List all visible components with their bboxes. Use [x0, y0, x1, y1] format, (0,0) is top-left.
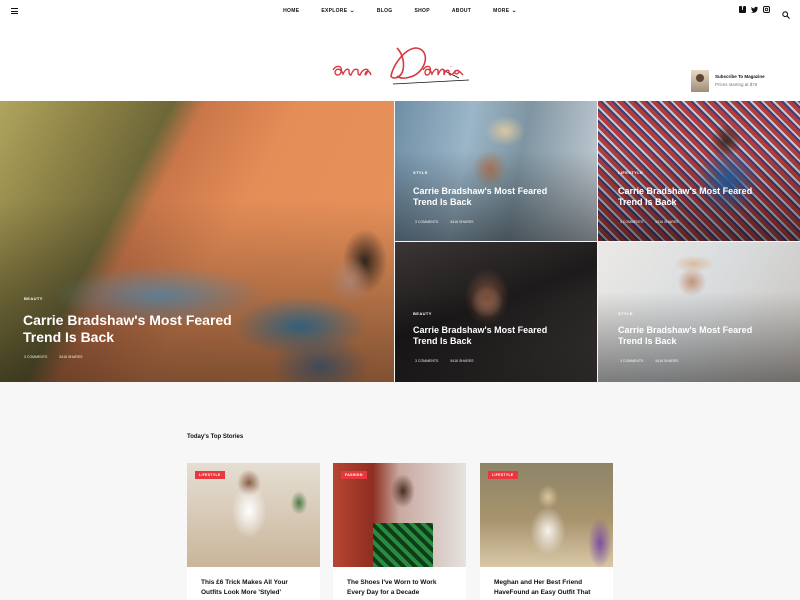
- article-title-line: Trend Is Back: [618, 335, 677, 346]
- category-badge[interactable]: FASHION: [341, 471, 367, 479]
- article-title-line: Carrie Bradshaw's Most Feared: [23, 312, 232, 328]
- site-logo[interactable]: [331, 40, 471, 90]
- category-badge[interactable]: LIFESTYLE: [488, 471, 518, 479]
- main-nav: HOME EXPLORE ⌄ BLOG SHOP ABOUT MORE ⌄: [0, 0, 800, 22]
- nav-item-label: ABOUT: [451, 8, 472, 14]
- search-icon[interactable]: [782, 6, 790, 19]
- chevron-down-icon: ⌄: [511, 8, 518, 14]
- comments-count: 3 COMMENTS: [620, 220, 644, 224]
- nav-item-label: SHOP: [414, 8, 430, 14]
- subscribe-price: Prices starting at $76: [715, 82, 758, 87]
- article-category: LIFESTYLE: [618, 170, 644, 175]
- subscribe-magazine[interactable]: Subscribe To Magazine Prices starting at…: [691, 70, 791, 94]
- featured-article-main[interactable]: BEAUTY Carrie Bradshaw's Most Feared Tre…: [0, 101, 394, 382]
- comments-count: 3 COMMENTS: [24, 355, 48, 359]
- featured-article-d[interactable]: STYLE Carrie Bradshaw's Most Feared Tren…: [598, 242, 800, 382]
- article-title-line: Carrie Bradshaw's Most Feared: [413, 186, 548, 196]
- article-category: BEAUTY: [413, 311, 432, 316]
- shares-count: 5416 SHARES: [450, 220, 474, 224]
- article-meta: 3 COMMENTS 5416 SHARES: [24, 355, 83, 359]
- section-heading: Today's Top Stories: [187, 434, 244, 440]
- article-meta: 3 COMMENTS 5416 SHARES: [415, 359, 474, 363]
- article-meta: 3 COMMENTS 5416 SHARES: [415, 220, 474, 224]
- social-links: f: [739, 6, 770, 13]
- shares-count: 5416 SHARES: [655, 220, 679, 224]
- top-bar: HOME EXPLORE ⌄ BLOG SHOP ABOUT MORE ⌄ f: [0, 0, 800, 22]
- featured-article-c[interactable]: BEAUTY Carrie Bradshaw's Most Feared Tre…: [395, 242, 597, 382]
- instagram-icon[interactable]: [763, 6, 770, 13]
- article-title-line: Trend Is Back: [413, 196, 472, 207]
- article-title-line: Carrie Bradshaw's Most Feared: [618, 186, 753, 196]
- article-category: STYLE: [413, 170, 428, 175]
- comments-count: 3 COMMENTS: [415, 220, 439, 224]
- article-title: Carrie Bradshaw's Most Feared Trend Is B…: [618, 325, 752, 347]
- article-title: Carrie Bradshaw's Most Feared Trend Is B…: [413, 186, 547, 208]
- hero-grid: BEAUTY Carrie Bradshaw's Most Feared Tre…: [0, 101, 800, 382]
- article-title-line: Trend Is Back: [413, 335, 472, 346]
- site-header: Subscribe To Magazine Prices starting at…: [0, 22, 800, 101]
- shares-count: 5416 SHARES: [450, 359, 474, 363]
- category-badge[interactable]: LIFESTYLE: [195, 471, 225, 479]
- story-title[interactable]: The Shoes I've Worn to Work Every Day fo…: [347, 578, 455, 598]
- article-title: Carrie Bradshaw's Most Feared Trend Is B…: [413, 325, 547, 347]
- magazine-cover-thumbnail: [691, 70, 709, 92]
- nav-item-label: HOME: [283, 8, 300, 14]
- chevron-down-icon: ⌄: [349, 8, 356, 14]
- shares-count: 5416 SHARES: [59, 355, 83, 359]
- nav-item-about[interactable]: ABOUT: [452, 8, 471, 14]
- comments-count: 3 COMMENTS: [415, 359, 439, 363]
- nav-item-explore[interactable]: EXPLORE ⌄: [321, 8, 355, 14]
- nav-item-home[interactable]: HOME: [283, 8, 299, 14]
- story-title[interactable]: Meghan and Her Best Friend HaveFound an …: [494, 578, 602, 598]
- story-card[interactable]: FASHION The Shoes I've Worn to Work Ever…: [333, 463, 466, 600]
- story-title[interactable]: This £6 Trick Makes All Your Outfits Loo…: [201, 578, 309, 598]
- nav-item-label: EXPLORE: [321, 8, 348, 14]
- article-title-line: Carrie Bradshaw's Most Feared: [618, 325, 753, 335]
- article-title-line: Trend Is Back: [618, 196, 677, 207]
- article-category: BEAUTY: [24, 296, 43, 301]
- twitter-icon[interactable]: [751, 6, 758, 13]
- article-title: Carrie Bradshaw's Most Feared Trend Is B…: [618, 186, 752, 208]
- article-category: STYLE: [618, 311, 633, 316]
- comments-count: 3 COMMENTS: [620, 359, 644, 363]
- article-title-line: Carrie Bradshaw's Most Feared: [413, 325, 548, 335]
- article-title: Carrie Bradshaw's Most Feared Trend Is B…: [23, 312, 232, 346]
- facebook-icon[interactable]: f: [739, 6, 746, 13]
- featured-article-b[interactable]: LIFESTYLE Carrie Bradshaw's Most Feared …: [598, 101, 800, 241]
- nav-item-shop[interactable]: SHOP: [415, 8, 430, 14]
- story-card[interactable]: LIFESTYLE This £6 Trick Makes All Your O…: [187, 463, 320, 600]
- nav-item-blog[interactable]: BLOG: [377, 8, 393, 14]
- article-meta: 3 COMMENTS 5416 SHARES: [620, 220, 679, 224]
- story-card[interactable]: LIFESTYLE Meghan and Her Best Friend Hav…: [480, 463, 613, 600]
- article-title-line: Trend Is Back: [23, 328, 115, 345]
- article-meta: 3 COMMENTS 5416 SHARES: [620, 359, 679, 363]
- menu-icon[interactable]: [11, 8, 18, 14]
- featured-article-a[interactable]: STYLE Carrie Bradshaw's Most Feared Tren…: [395, 101, 597, 241]
- nav-item-more[interactable]: MORE ⌄: [493, 8, 517, 14]
- subscribe-title: Subscribe To Magazine: [715, 74, 765, 79]
- shares-count: 5416 SHARES: [655, 359, 679, 363]
- nav-item-label: MORE: [493, 8, 510, 14]
- nav-item-label: BLOG: [376, 8, 393, 14]
